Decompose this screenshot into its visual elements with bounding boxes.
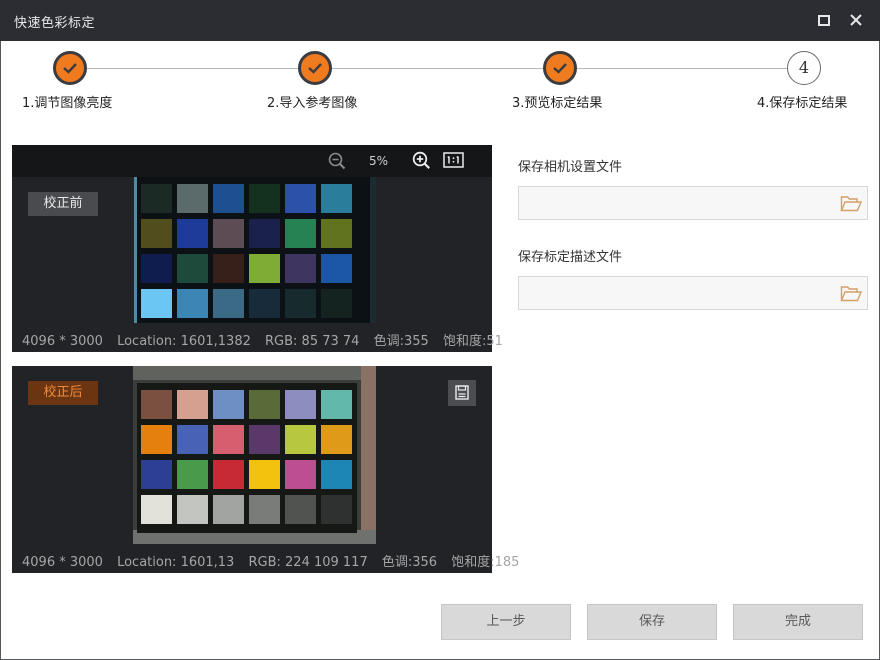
title-bar: 快速色彩标定 <box>0 0 880 41</box>
color-swatch <box>141 390 172 419</box>
color-swatch <box>141 460 172 489</box>
color-swatch <box>213 254 244 283</box>
rgb-value: RGB: 85 73 74 <box>265 334 360 349</box>
before-tag: 校正前 <box>28 192 98 216</box>
color-swatch <box>321 219 352 248</box>
color-swatch <box>141 184 172 213</box>
step-2-label: 2.导入参考图像 <box>267 96 358 111</box>
step-4-label: 4.保存标定结果 <box>757 96 848 111</box>
color-swatch <box>249 390 280 419</box>
step-4-current: 4 <box>787 51 821 85</box>
save-button[interactable]: 保存 <box>587 604 717 640</box>
color-swatch <box>141 254 172 283</box>
color-swatch <box>285 219 316 248</box>
saturation-value: 饱和度:51 <box>442 334 503 349</box>
after-tag: 校正后 <box>28 381 98 405</box>
color-swatch <box>249 460 280 489</box>
save-camera-label: 保存相机设置文件 <box>518 160 623 175</box>
zoom-out-icon[interactable] <box>328 152 346 170</box>
after-image-panel: 校正后 4096 * 3000 Location: 1601,13 RGB: 2… <box>12 366 519 573</box>
hue-value: 色调:356 <box>381 555 438 570</box>
actual-size-icon[interactable] <box>443 152 464 168</box>
image-toolbar: 5% <box>12 145 492 177</box>
after-chart-image[interactable] <box>133 366 376 544</box>
color-swatch <box>321 460 352 489</box>
window-title: 快速色彩标定 <box>14 16 96 31</box>
color-swatch <box>177 390 208 419</box>
color-swatch <box>141 495 172 524</box>
color-swatch <box>177 289 208 318</box>
step-1-done-icon <box>53 51 87 85</box>
maximize-icon[interactable] <box>818 15 830 26</box>
color-swatch <box>321 495 352 524</box>
color-swatch <box>321 289 352 318</box>
color-swatch <box>285 425 316 454</box>
location: Location: 1601,1382 <box>117 334 251 349</box>
color-swatch <box>213 495 244 524</box>
step-2-done-icon <box>298 51 332 85</box>
step-connector <box>87 68 298 69</box>
color-swatch <box>249 219 280 248</box>
color-swatch <box>321 390 352 419</box>
step-3-label: 3.预览标定结果 <box>512 96 603 111</box>
step-3-done-icon <box>543 51 577 85</box>
folder-open-icon[interactable] <box>840 195 862 212</box>
color-swatch <box>141 425 172 454</box>
finish-button[interactable]: 完成 <box>733 604 863 640</box>
resolution: 4096 * 3000 <box>22 555 103 570</box>
color-swatch <box>321 425 352 454</box>
folder-open-icon[interactable] <box>840 285 862 302</box>
color-swatch <box>249 254 280 283</box>
before-pixel-info: 4096 * 3000 Location: 1601,1382 RGB: 85 … <box>22 330 513 349</box>
save-image-icon[interactable] <box>448 380 476 406</box>
color-swatch <box>285 254 316 283</box>
color-swatch <box>213 460 244 489</box>
before-chart-image[interactable] <box>134 177 376 323</box>
color-swatch <box>285 460 316 489</box>
resolution: 4096 * 3000 <box>22 334 103 349</box>
hue-value: 色调:355 <box>373 334 429 349</box>
color-swatch <box>177 460 208 489</box>
color-swatch <box>177 219 208 248</box>
zoom-in-icon[interactable] <box>412 151 431 170</box>
color-swatch <box>285 289 316 318</box>
color-swatch <box>213 184 244 213</box>
close-icon[interactable] <box>847 11 865 29</box>
color-swatch <box>177 425 208 454</box>
step-1-label: 1.调节图像亮度 <box>22 96 113 111</box>
color-swatch <box>285 390 316 419</box>
step-connector <box>332 68 543 69</box>
color-swatch <box>321 254 352 283</box>
color-swatch <box>285 495 316 524</box>
color-swatch <box>141 219 172 248</box>
location: Location: 1601,13 <box>117 555 235 570</box>
color-swatch <box>213 289 244 318</box>
save-camera-field[interactable] <box>518 186 868 220</box>
color-swatch <box>321 184 352 213</box>
color-swatch <box>249 184 280 213</box>
color-swatch <box>177 254 208 283</box>
color-swatch <box>213 390 244 419</box>
before-image-panel: 5% 校正前 4096 * 3000 Location: 1601,1382 R… <box>12 145 503 352</box>
color-swatch <box>177 495 208 524</box>
rgb-value: RGB: 224 109 117 <box>248 555 368 570</box>
color-swatch <box>177 184 208 213</box>
after-pixel-info: 4096 * 3000 Location: 1601,13 RGB: 224 1… <box>22 551 529 570</box>
step-connector <box>577 68 788 69</box>
color-swatch <box>249 495 280 524</box>
color-swatch <box>141 289 172 318</box>
save-calibration-field[interactable] <box>518 276 868 310</box>
color-swatch <box>249 425 280 454</box>
color-swatch <box>249 289 280 318</box>
prev-step-button[interactable]: 上一步 <box>441 604 571 640</box>
zoom-level: 5% <box>369 154 389 168</box>
save-calibration-label: 保存标定描述文件 <box>518 250 623 265</box>
color-swatch <box>213 425 244 454</box>
saturation-value: 饱和度:185 <box>451 555 520 570</box>
color-swatch <box>213 219 244 248</box>
color-swatch <box>285 184 316 213</box>
